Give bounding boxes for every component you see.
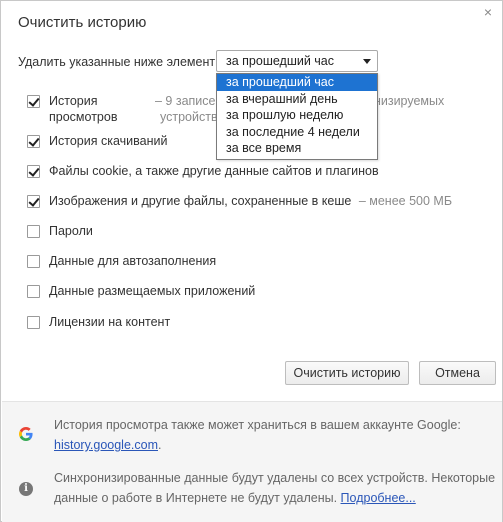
learn-more-link[interactable]: Подробнее... — [341, 491, 416, 505]
range-option-all-time[interactable]: за все время — [217, 140, 377, 157]
clear-history-dialog: × Очистить историю Удалить указанные ниж… — [0, 0, 503, 522]
cancel-button[interactable]: Отмена — [419, 361, 496, 385]
cookies-label: Файлы cookie, а также другие данные сайт… — [49, 164, 379, 178]
sync-note: Синхронизированные данные будут удалены … — [54, 468, 495, 508]
time-range-selected-value: за прошедший час — [226, 54, 335, 68]
dialog-title: Очистить историю — [18, 14, 147, 31]
content-licenses-label: Лицензии на контент — [49, 315, 171, 329]
browsing-history-label-line2: просмотров — [49, 110, 118, 124]
cache-label: Изображения и другие файлы, сохраненные … — [49, 194, 452, 208]
google-account-note-text: История просмотра также может храниться … — [54, 418, 461, 432]
time-range-label: Удалить указанные ниже элементы — [18, 55, 225, 69]
clear-history-button[interactable]: Очистить историю — [285, 361, 409, 385]
range-option-last-hour[interactable]: за прошедший час — [217, 74, 377, 91]
browsing-history-label-line1: История — [49, 94, 98, 108]
time-range-dropdown: за прошедший час за вчерашний день за пр… — [216, 73, 378, 160]
checkbox-download-history[interactable] — [27, 135, 40, 148]
chevron-down-icon — [363, 59, 371, 64]
browsing-history-desc-line1: – 9 записе — [155, 94, 216, 108]
cache-label-text: Изображения и другие файлы, сохраненные … — [49, 194, 352, 208]
history-google-link[interactable]: history.google.com — [54, 438, 158, 452]
hosted-apps-label: Данные размещаемых приложений — [49, 284, 256, 298]
checkbox-content-licenses[interactable] — [27, 316, 40, 329]
dialog-footer: История просмотра также может храниться … — [2, 401, 502, 522]
google-link-suffix: . — [158, 438, 162, 452]
checkbox-autofill[interactable] — [27, 255, 40, 268]
google-icon — [19, 427, 33, 441]
close-icon[interactable]: × — [481, 5, 495, 19]
download-history-label: История скачиваний — [49, 134, 168, 148]
checkbox-cookies[interactable] — [27, 165, 40, 178]
info-icon: i — [19, 482, 33, 496]
time-range-select[interactable]: за прошедший час — [216, 50, 378, 72]
range-option-last-week[interactable]: за прошлую неделю — [217, 107, 377, 124]
sync-note-line2: данные о работе в Интернете не будут уда… — [54, 491, 341, 505]
range-option-yesterday[interactable]: за вчерашний день — [217, 91, 377, 108]
passwords-label: Пароли — [49, 224, 93, 238]
checkbox-browsing-history[interactable] — [27, 95, 40, 108]
cache-size-desc: – менее 500 МБ — [358, 194, 453, 208]
browsing-history-desc-line2: устройства — [160, 110, 225, 124]
checkbox-hosted-apps[interactable] — [27, 285, 40, 298]
checkbox-passwords[interactable] — [27, 225, 40, 238]
autofill-label: Данные для автозаполнения — [49, 254, 217, 268]
google-account-note: История просмотра также может храниться … — [54, 415, 461, 455]
browsing-history-desc-line1-tail: онизируемых — [367, 94, 445, 108]
checkbox-cache[interactable] — [27, 195, 40, 208]
sync-note-line1: Синхронизированные данные будут удалены … — [54, 471, 496, 485]
range-option-last-4-weeks[interactable]: за последние 4 недели — [217, 124, 377, 141]
